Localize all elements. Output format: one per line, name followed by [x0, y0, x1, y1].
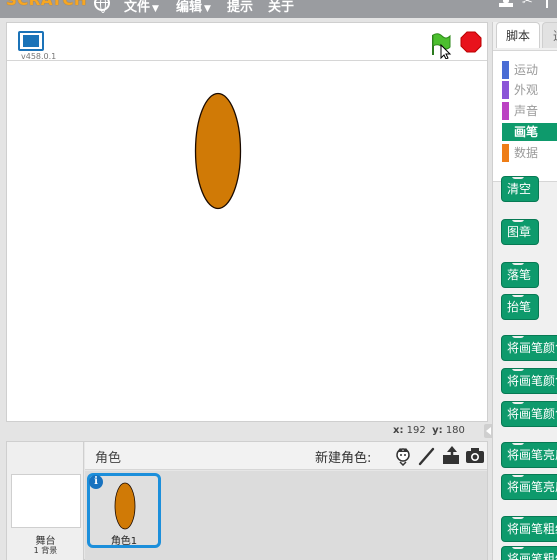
- pen-block[interactable]: 抬笔: [501, 294, 539, 320]
- scratch-logo[interactable]: SCRATCH: [6, 0, 87, 9]
- category-label: 数据: [514, 146, 539, 160]
- menu-about[interactable]: 关于: [268, 0, 294, 15]
- chevron-down-icon: ▼: [152, 4, 159, 14]
- y-value: 180: [445, 425, 465, 436]
- stage-selector[interactable]: 舞台 1 背景: [7, 442, 84, 560]
- fullscreen-icon-fill: [23, 35, 39, 47]
- menu-edit[interactable]: 编辑 ▼: [176, 0, 211, 15]
- chevron-down-icon: ▼: [204, 4, 211, 14]
- pen-block[interactable]: 落笔: [501, 262, 539, 288]
- sprites-title: 角色: [95, 451, 122, 466]
- sprite-panel: 舞台 1 背景 角色 新建角色: i 角色1: [6, 441, 488, 560]
- category-swatch: [502, 61, 509, 79]
- stage-panel: v458.0.1: [6, 22, 488, 422]
- category-item[interactable]: 外观: [502, 81, 557, 99]
- sprite-library-icon[interactable]: [393, 446, 413, 466]
- scissors-icon[interactable]: ✂: [522, 0, 536, 9]
- pen-block[interactable]: 将画笔粗细: [501, 516, 557, 542]
- fullscreen-button[interactable]: [18, 31, 44, 51]
- category-item[interactable]: 声音: [502, 102, 557, 120]
- grow-icon[interactable]: [546, 0, 557, 8]
- menu-file-label: 文件: [124, 0, 151, 15]
- x-value: 192: [406, 425, 426, 436]
- menu-edit-label: 编辑: [176, 0, 203, 15]
- category-swatch: [502, 144, 509, 162]
- stop-icon[interactable]: [460, 31, 482, 53]
- stamp-icon[interactable]: [499, 0, 513, 9]
- sprite-list: i 角色1: [85, 471, 487, 560]
- category-list: 运动外观声音画笔数据: [493, 50, 557, 182]
- stage-thumbnail[interactable]: [11, 474, 81, 528]
- pen-block[interactable]: 将画笔颜色: [501, 368, 557, 394]
- pen-block[interactable]: 将画笔亮度: [501, 442, 557, 468]
- pen-block[interactable]: 图章: [501, 219, 539, 245]
- mouse-coordinates: x: 192 y: 180: [393, 425, 465, 436]
- x-label: x:: [393, 425, 404, 436]
- category-label: 运动: [514, 63, 539, 77]
- pen-block[interactable]: 将画笔颜色: [501, 335, 557, 361]
- category-swatch: [502, 102, 509, 120]
- stage-canvas[interactable]: [7, 62, 487, 421]
- backdrop-count: 1 背景: [33, 546, 58, 555]
- category-label: 画笔: [514, 125, 539, 139]
- upload-icon[interactable]: [441, 446, 461, 466]
- sprite-oval[interactable]: [194, 92, 242, 210]
- sprite-thumbnail: [114, 482, 136, 530]
- sprite-tile[interactable]: i 角色1: [87, 473, 161, 548]
- category-item[interactable]: 画笔: [502, 123, 557, 141]
- category-label: 声音: [514, 104, 539, 118]
- language-globe-icon[interactable]: [94, 0, 110, 13]
- stage-toolbar: v458.0.1: [7, 23, 487, 61]
- sprite-header: 角色 新建角色:: [85, 442, 487, 470]
- pen-block[interactable]: 将画笔粗细: [501, 546, 557, 560]
- category-swatch: [502, 123, 509, 141]
- block-palette: 脚本 造型 运动外观声音画笔数据 清空图章落笔抬笔将画笔颜色将画笔颜色将画笔颜色…: [492, 22, 557, 560]
- pen-block[interactable]: 将画笔亮度: [501, 474, 557, 500]
- category-swatch: [502, 81, 509, 99]
- menu-bar: SCRATCH 文件 ▼ 编辑 ▼ 提示 关于 ✂: [0, 0, 557, 18]
- pen-block[interactable]: 将画笔颜色: [501, 401, 557, 427]
- pen-block[interactable]: 清空: [501, 176, 539, 202]
- tab-costumes[interactable]: 造型: [542, 22, 557, 48]
- y-label: y:: [432, 425, 443, 436]
- info-icon[interactable]: i: [89, 475, 103, 489]
- version-label: v458.0.1: [21, 52, 57, 61]
- paint-brush-icon[interactable]: [417, 446, 437, 466]
- category-item[interactable]: 数据: [502, 144, 557, 162]
- menu-file[interactable]: 文件 ▼: [124, 0, 159, 15]
- sprite-name: 角色1: [110, 536, 138, 547]
- menu-tips[interactable]: 提示: [227, 0, 253, 15]
- category-label: 外观: [514, 83, 539, 97]
- camera-icon[interactable]: [465, 446, 485, 466]
- green-flag-icon[interactable]: [427, 31, 453, 59]
- new-sprite-label: 新建角色:: [315, 451, 372, 466]
- tab-scripts[interactable]: 脚本: [496, 22, 540, 48]
- category-item[interactable]: 运动: [502, 61, 557, 79]
